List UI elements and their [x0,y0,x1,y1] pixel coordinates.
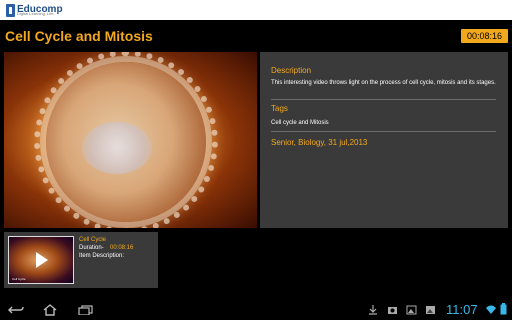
meta-info: Senior, Biology, 31 jul,2013 [271,138,368,147]
details-panel: Description This interesting video throw… [260,52,508,228]
camera-icon [388,307,397,314]
nucleus-illustration [82,122,152,174]
status-clock: 11:07 [446,302,478,317]
gallery-icon [406,305,417,315]
home-icon[interactable] [42,304,58,316]
play-icon[interactable] [36,252,48,268]
video-player[interactable] [4,52,257,228]
description-text: This interesting video throws light on t… [271,80,496,86]
playlist-item[interactable]: Cell Cycle Cell Cycle Duration- 00:08:16… [4,232,158,288]
app-header-bar: Educomp Digital Learning, Life. [0,0,512,20]
thumbnail-caption: Cell Cycle [12,277,26,281]
video-title: Cell Cycle and Mitosis [5,28,153,44]
image-icon [426,306,435,314]
description-heading: Description [271,66,312,75]
divider [271,99,496,100]
system-nav-bar [0,300,512,320]
tags-heading: Tags [271,104,288,113]
playlist-duration-value: 00:08:16 [110,245,134,251]
video-thumbnail[interactable]: Cell Cycle [8,236,74,284]
item-description-label: Item Description: [79,253,125,259]
download-icon [369,305,377,315]
back-icon[interactable] [8,305,24,315]
playlist-duration-label: Duration- [79,245,104,251]
divider [271,131,496,132]
battery-icon [500,303,507,315]
tags-text: Cell cycle and Mitosis [271,120,329,126]
recent-apps-icon[interactable] [78,305,94,315]
wifi-icon [486,305,496,314]
logo-icon [6,3,15,17]
logo-tagline: Digital Learning, Life. [17,11,55,16]
title-bar: Cell Cycle and Mitosis 00:08:16 [0,20,512,50]
playlist-item-title: Cell Cycle [79,237,107,243]
duration-badge: 00:08:16 [460,29,508,43]
